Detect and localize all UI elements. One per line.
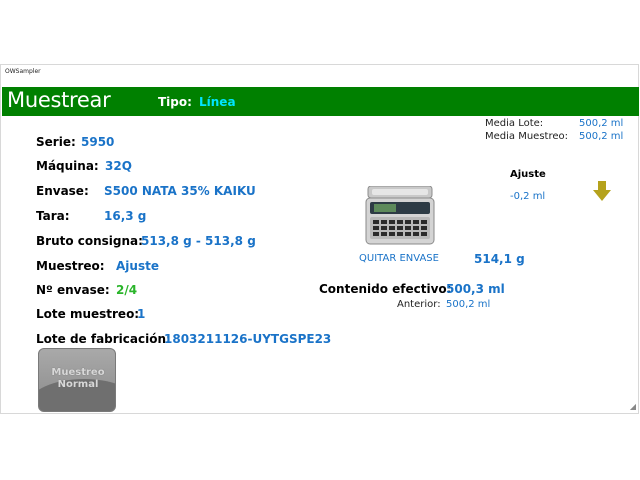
- bruto-label: Bruto consigna:: [36, 234, 143, 248]
- serie-row: Serie: 5950: [36, 135, 114, 149]
- resize-grip-icon[interactable]: ◢: [630, 402, 636, 411]
- bruto-value: 513,8 g - 513,8 g: [141, 234, 256, 248]
- tara-label: Tara:: [36, 209, 70, 223]
- envase-value: S500 NATA 35% KAIKU: [104, 184, 256, 198]
- app-window: OWSampler Muestrear Tipo: Línea Serie: 5…: [0, 64, 639, 414]
- lote-fabricacion-label: Lote de fabricación:: [36, 332, 171, 346]
- page-title: Muestrear: [7, 88, 111, 112]
- scale-weight: 514,1 g: [474, 252, 525, 266]
- muestreo-normal-button[interactable]: Muestreo Normal: [38, 348, 116, 412]
- media-muestreo-value: 500,2 ml: [579, 131, 624, 142]
- lote-muestreo-value: 1: [137, 307, 146, 321]
- weighing-scale-icon[interactable]: [364, 186, 436, 246]
- lote-muestreo-label: Lote muestreo:: [36, 307, 140, 321]
- anterior-value: 500,2 ml: [446, 299, 491, 310]
- muestreo-row: Muestreo: Ajuste: [36, 259, 159, 273]
- muestreo-value: Ajuste: [116, 259, 159, 273]
- envase-row: Envase: S500 NATA 35% KAIKU: [36, 184, 256, 198]
- maquina-label: Máquina:: [36, 159, 99, 173]
- media-lote-value: 500,2 ml: [579, 118, 624, 129]
- maquina-row: Máquina: 32Q: [36, 159, 132, 173]
- media-muestreo-label: Media Muestreo:: [485, 131, 568, 142]
- tara-row: Tara: 16,3 g: [36, 209, 146, 223]
- tara-value: 16,3 g: [104, 209, 147, 223]
- ajuste-title: Ajuste: [510, 169, 546, 180]
- media-lote-label: Media Lote:: [485, 118, 544, 129]
- serie-value: 5950: [81, 135, 115, 149]
- arrow-down-icon: [593, 181, 611, 201]
- tipo-label: Tipo:: [158, 95, 192, 109]
- n-envase-row: Nº envase: 2/4: [36, 283, 137, 297]
- envase-label: Envase:: [36, 184, 89, 198]
- muestreo-normal-line2: Normal: [57, 379, 99, 390]
- muestreo-normal-line1: Muestreo: [51, 367, 105, 378]
- header-bar: Muestrear Tipo: Línea: [2, 87, 639, 116]
- ajuste-value: -0,2 ml: [510, 191, 546, 202]
- n-envase-label: Nº envase:: [36, 283, 110, 297]
- serie-label: Serie:: [36, 135, 76, 149]
- media-lote-row: Media Lote: 500,2 ml: [485, 118, 623, 129]
- quitar-envase-button[interactable]: QUITAR ENVASE: [359, 253, 439, 264]
- window-title: OWSampler: [5, 68, 41, 75]
- maquina-value: 32Q: [105, 159, 132, 173]
- n-envase-value: 2/4: [116, 283, 138, 297]
- media-muestreo-row: Media Muestreo: 500,2 ml: [485, 131, 623, 142]
- tipo-value: Línea: [199, 95, 236, 109]
- lote-fabricacion-row: Lote de fabricación: 1803211126-UYTGSPE2…: [36, 332, 331, 346]
- lote-muestreo-row: Lote muestreo: 1: [36, 307, 145, 321]
- contenido-efectivo-label: Contenido efectivo:: [319, 282, 452, 296]
- anterior-label: Anterior:: [397, 299, 441, 310]
- muestreo-label: Muestreo:: [36, 259, 105, 273]
- bruto-row: Bruto consigna: 513,8 g - 513,8 g: [36, 234, 256, 248]
- contenido-efectivo-value: 500,3 ml: [446, 282, 505, 296]
- muestreo-normal-label: Muestreo Normal: [39, 367, 115, 391]
- lote-fabricacion-value: 1803211126-UYTGSPE23: [164, 332, 332, 346]
